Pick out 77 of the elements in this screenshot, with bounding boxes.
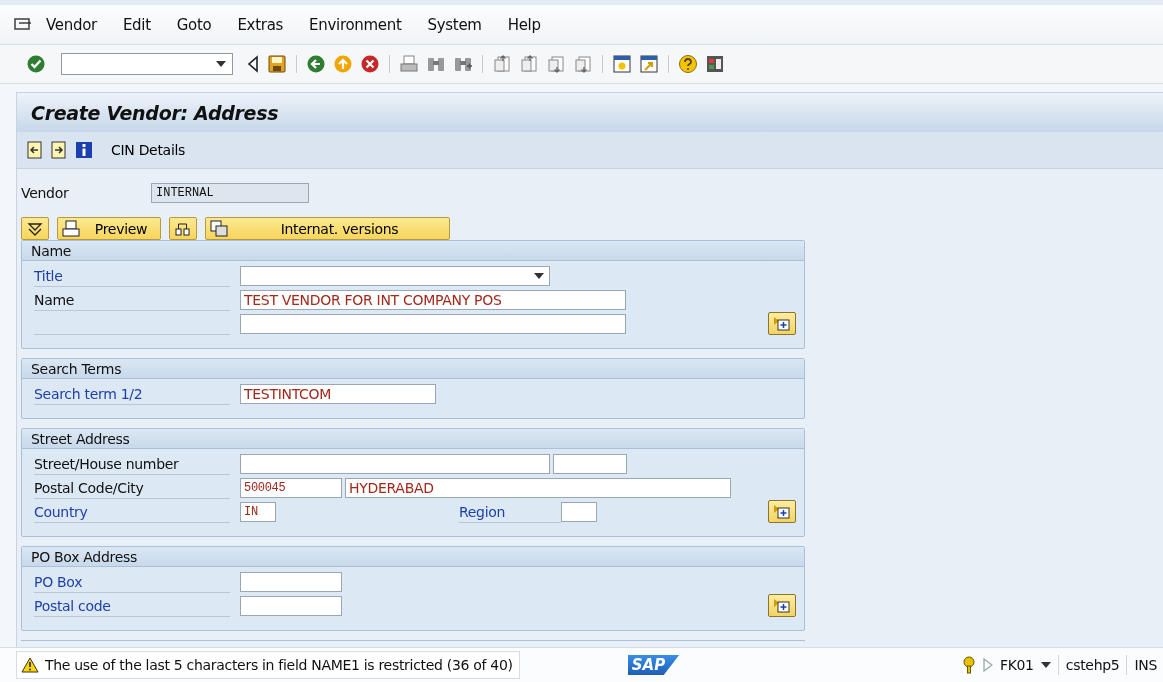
preview-button[interactable]: Preview — [57, 217, 161, 240]
check-icon[interactable] — [26, 54, 46, 74]
server-name: cstehp5 — [1065, 657, 1120, 673]
key-icon[interactable] — [961, 656, 976, 674]
field-label: Postal Code/City — [34, 479, 144, 496]
field-label: Title — [34, 267, 63, 284]
field-label: Name — [34, 291, 75, 308]
last-page-icon[interactable] — [573, 54, 593, 74]
section-title: Name — [31, 242, 72, 259]
menu-item[interactable]: Environment — [309, 15, 402, 34]
dropdown-field[interactable] — [240, 266, 550, 286]
cancel-icon[interactable] — [360, 54, 380, 74]
next-page-icon[interactable] — [546, 54, 566, 74]
input-field[interactable] — [240, 454, 550, 474]
menu-item[interactable]: System — [427, 15, 482, 34]
input-field[interactable]: TESTINTCOM — [240, 384, 436, 404]
menu-item[interactable]: Extras — [237, 15, 284, 34]
prev-page-icon[interactable] — [519, 54, 539, 74]
printer-icon — [62, 219, 80, 238]
double-chevron-icon — [27, 220, 43, 237]
cin-details-button[interactable]: CIN Details — [107, 140, 190, 161]
input-field[interactable]: IN — [240, 502, 276, 522]
new-session-icon[interactable] — [612, 54, 632, 74]
field-label: Search term 1/2 — [34, 385, 143, 402]
hierarchy-button[interactable] — [169, 217, 197, 240]
more-fields-button[interactable] — [768, 312, 796, 335]
back-icon[interactable] — [306, 54, 326, 74]
add-fields-icon — [773, 503, 791, 520]
input-field[interactable] — [240, 572, 342, 592]
more-fields-button[interactable] — [768, 500, 796, 523]
warning-icon — [21, 657, 39, 673]
input-field[interactable] — [240, 596, 342, 616]
shortcut-icon[interactable] — [639, 54, 659, 74]
help-icon[interactable] — [678, 54, 698, 74]
input-field[interactable] — [553, 454, 627, 474]
overlapping-windows-icon — [210, 219, 228, 238]
print-icon[interactable] — [399, 54, 419, 74]
collapse-button[interactable] — [21, 217, 49, 240]
screen-title: Create Vendor: Address — [31, 101, 279, 124]
menu-icon[interactable] — [14, 17, 32, 32]
add-fields-icon — [773, 315, 791, 332]
layout-icon[interactable] — [705, 54, 725, 74]
dropdown-arrow-icon[interactable] — [1040, 662, 1051, 668]
input-field[interactable]: 500045 — [240, 478, 342, 498]
dropdown-arrow-icon — [216, 61, 226, 67]
versions-button[interactable]: Internat. versions — [205, 217, 450, 240]
input-field[interactable]: TEST VENDOR FOR INT COMPANY POS — [240, 290, 626, 310]
more-fields-button[interactable] — [768, 594, 796, 617]
section-title: Street Address — [31, 430, 130, 447]
section-title: PO Box Address — [31, 548, 137, 565]
field-label: Country — [34, 503, 88, 520]
section-title: Search Terms — [31, 360, 122, 377]
info-icon[interactable] — [75, 141, 93, 160]
previous-icon[interactable] — [27, 141, 43, 160]
menu-item[interactable]: Edit — [122, 15, 151, 34]
add-fields-icon — [773, 597, 791, 614]
back-triangle-icon[interactable] — [246, 55, 260, 73]
first-page-icon[interactable] — [492, 54, 512, 74]
menu-item[interactable]: Goto — [176, 15, 212, 34]
dropdown-arrow-icon — [534, 273, 544, 279]
transaction-code: FK01 — [999, 657, 1034, 673]
status-message: The use of the last 5 characters in field NAME1 is restricted (36 of 40) — [45, 657, 513, 673]
field-label: PO Box — [34, 573, 83, 590]
field-label: Postal code — [34, 597, 111, 614]
menu-item[interactable]: Help — [507, 15, 541, 34]
input-field[interactable] — [240, 314, 626, 334]
vendor-field: INTERNAL — [151, 183, 309, 203]
input-field[interactable]: HYDERABAD — [345, 478, 731, 498]
input-field[interactable] — [561, 502, 597, 522]
next-icon[interactable] — [51, 141, 67, 160]
menu-item[interactable]: Vendor — [46, 15, 97, 34]
sap-logo: SAP — [627, 655, 680, 675]
insert-mode: INS — [1134, 657, 1157, 673]
vendor-label: Vendor — [21, 185, 70, 201]
save-icon[interactable] — [267, 54, 287, 74]
command-field[interactable] — [61, 53, 233, 75]
field-label: Street/House number — [34, 455, 179, 472]
